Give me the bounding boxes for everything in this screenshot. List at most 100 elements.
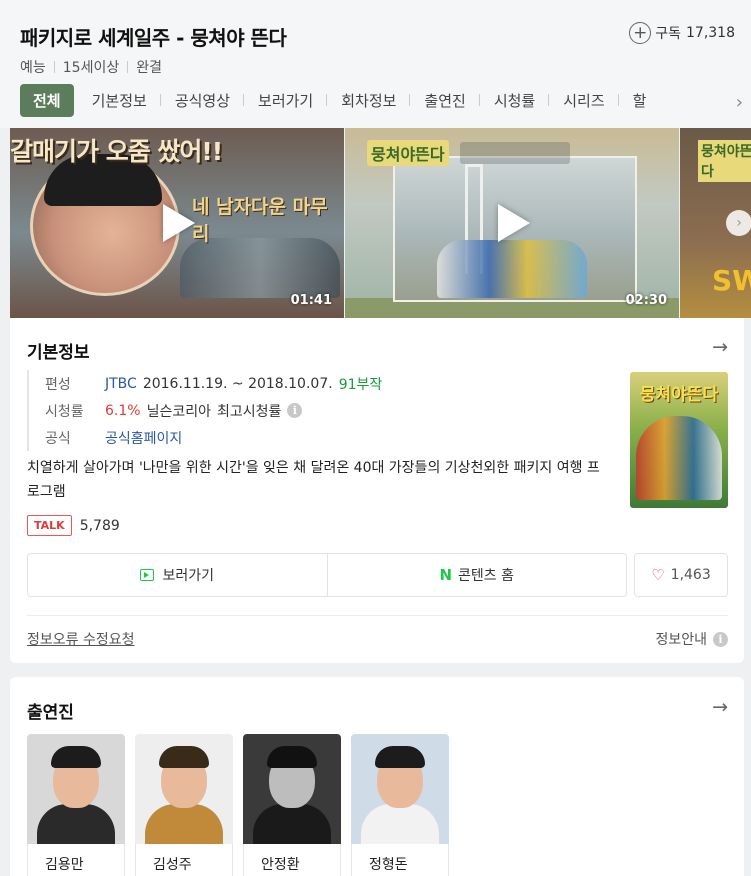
- like-button[interactable]: ♡ 1,463: [634, 553, 728, 597]
- cast-member[interactable]: 김성주: [135, 734, 233, 876]
- broadcast-period: 2016.11.19. ~ 2018.10.07.: [142, 375, 333, 392]
- program-header: 패키지로 세계일주 - 뭉쳐야 뜬다 + 구독 17,318 예능 15세이상 …: [0, 0, 751, 128]
- talk-row[interactable]: TALK 5,789: [27, 515, 120, 536]
- row-label: 편성: [45, 376, 71, 393]
- photo-body: [37, 804, 115, 844]
- section-title: 출연진: [27, 703, 74, 723]
- info-guide-button[interactable]: 정보안내 i: [655, 629, 728, 649]
- basic-info-card: 기본정보 → 편성 JTBC 2016.11.19. ~ 2018.10.07.…: [10, 318, 744, 663]
- broadcast-status: 완결: [136, 60, 162, 76]
- cast-photo: [27, 734, 125, 844]
- channel-row: 편성 JTBC 2016.11.19. ~ 2018.10.07. 91부작: [45, 370, 388, 397]
- tab-bar: 전체 기본정보 공식영상 보러가기 회차정보 출연진 시청률 시리즈 할: [20, 83, 661, 117]
- channel-link[interactable]: JTBC: [105, 376, 137, 392]
- video-thumbnail[interactable]: 뭉쳐야뜬다 02:30: [345, 128, 679, 318]
- info-rows: 편성 JTBC 2016.11.19. ~ 2018.10.07. 91부작 시…: [27, 370, 388, 451]
- thumbnail-people: [437, 240, 587, 298]
- tab-watch[interactable]: 보러가기: [244, 90, 328, 111]
- rating-row: 시청률 6.1% 닐슨코리아 최고시청률 i: [45, 397, 388, 424]
- thumbnail-caption: SW: [712, 264, 751, 297]
- tab-all[interactable]: 전체: [20, 83, 74, 117]
- row-label: 시청률: [45, 403, 84, 420]
- arrow-right-icon[interactable]: →: [712, 336, 728, 358]
- tab-basic-info[interactable]: 기본정보: [78, 90, 162, 111]
- episode-count[interactable]: 91부작: [339, 374, 383, 394]
- thumbnail-subcaption: 네 남자다운 마무리: [192, 196, 328, 245]
- poster-logo: 뭉쳐야뜬다: [639, 385, 719, 405]
- photo-hair: [267, 746, 317, 768]
- section-title: 기본정보: [27, 343, 90, 363]
- naver-n-icon: N: [439, 566, 453, 584]
- play-icon[interactable]: [498, 204, 530, 242]
- content-home-button[interactable]: N 콘텐츠 홈: [326, 554, 627, 596]
- cast-member[interactable]: 정형돈: [351, 734, 449, 876]
- video-thumbnail[interactable]: 갈매기가 오줌 쌌어!! 네 남자다운 마무리 01:41: [10, 128, 344, 318]
- tab-ratings[interactable]: 시청률: [480, 90, 550, 111]
- chevron-right-icon[interactable]: ›: [726, 210, 751, 236]
- subscribe-count: 17,318: [686, 25, 735, 41]
- subscribe-button[interactable]: + 구독 17,318: [629, 22, 735, 44]
- program-title[interactable]: 패키지로 세계일주 - 뭉쳐야 뜬다: [20, 22, 287, 51]
- video-duration: 02:30: [625, 293, 667, 308]
- info-guide-label: 정보안내: [655, 632, 707, 648]
- official-row: 공식 공식홈페이지: [45, 424, 388, 451]
- talk-count: 5,789: [79, 517, 120, 534]
- rating-value: 6.1%: [105, 402, 141, 419]
- rating-note: 최고시청률: [216, 403, 282, 420]
- photo-body: [361, 804, 439, 844]
- watch-label: 보러가기: [162, 568, 215, 584]
- photo-body: [253, 804, 331, 844]
- subscribe-label: 구독: [655, 26, 681, 42]
- info-icon[interactable]: i: [287, 403, 303, 418]
- thumbnail-scene: [180, 238, 340, 298]
- info-icon: i: [713, 631, 728, 647]
- photo-hair: [375, 746, 425, 768]
- thumbnail-caption: 갈매기가 오줌 쌌어!!: [10, 137, 223, 166]
- content-home-label: 콘텐츠 홈: [458, 568, 515, 584]
- plus-circle-icon: +: [629, 22, 652, 44]
- program-description: 치열하게 살아가며 '나만을 위한 시간'을 잊은 채 달려온 40대 가장들의…: [27, 460, 600, 500]
- cast-name: 김성주: [135, 844, 233, 876]
- cast-member[interactable]: 안정환: [243, 734, 341, 876]
- cast-card: 출연진 → 김용만 김성주 안정환 정형돈: [10, 677, 744, 876]
- thumbnail-caption-box: [460, 142, 570, 164]
- tab-series[interactable]: 시리즈: [549, 90, 620, 111]
- show-logo: 뭉쳐야뜬다: [698, 140, 751, 182]
- arrow-right-icon[interactable]: →: [712, 696, 728, 718]
- talk-badge: TALK: [27, 515, 72, 536]
- photo-hair: [159, 746, 209, 768]
- photo-body: [145, 804, 223, 844]
- cast-photo: [243, 734, 341, 844]
- show-logo: 뭉쳐야뜬다: [367, 140, 449, 166]
- poster-people: [636, 416, 722, 500]
- program-poster[interactable]: 뭉쳐야뜬다: [630, 372, 728, 508]
- tab-official-video[interactable]: 공식영상: [161, 90, 245, 111]
- heart-icon: ♡: [651, 566, 665, 584]
- age-rating: 15세이상: [62, 60, 120, 76]
- cast-photo: [135, 734, 233, 844]
- row-label: 공식: [45, 430, 71, 447]
- cast-photo: [351, 734, 449, 844]
- cast-name: 안정환: [243, 844, 341, 876]
- chevron-right-icon[interactable]: ›: [736, 92, 743, 113]
- divider: [27, 615, 728, 616]
- cast-list: 김용만 김성주 안정환 정형돈: [27, 734, 459, 876]
- action-buttons: 보러가기 N 콘텐츠 홈: [27, 553, 627, 597]
- report-error-link[interactable]: 정보오류 수정요청: [27, 629, 135, 649]
- cast-member[interactable]: 김용만: [27, 734, 125, 876]
- rating-source: 닐슨코리아: [146, 403, 211, 420]
- tab-cast[interactable]: 출연진: [410, 90, 481, 111]
- like-count: 1,463: [670, 567, 711, 583]
- tab-more-partial[interactable]: 할: [619, 90, 661, 111]
- cast-name: 정형돈: [351, 844, 449, 876]
- meta-divider: [53, 61, 55, 73]
- official-homepage-link[interactable]: 공식홈페이지: [105, 428, 182, 448]
- tab-episode-info[interactable]: 회차정보: [327, 90, 411, 111]
- meta-divider: [127, 61, 129, 73]
- play-icon[interactable]: [163, 204, 195, 242]
- photo-hair: [51, 746, 101, 768]
- cast-name: 김용만: [27, 844, 125, 876]
- video-carousel: 갈매기가 오줌 쌌어!! 네 남자다운 마무리 01:41 뭉쳐야뜬다 02:3…: [10, 128, 751, 318]
- video-play-icon: [140, 569, 155, 581]
- watch-button[interactable]: 보러가기: [28, 554, 327, 596]
